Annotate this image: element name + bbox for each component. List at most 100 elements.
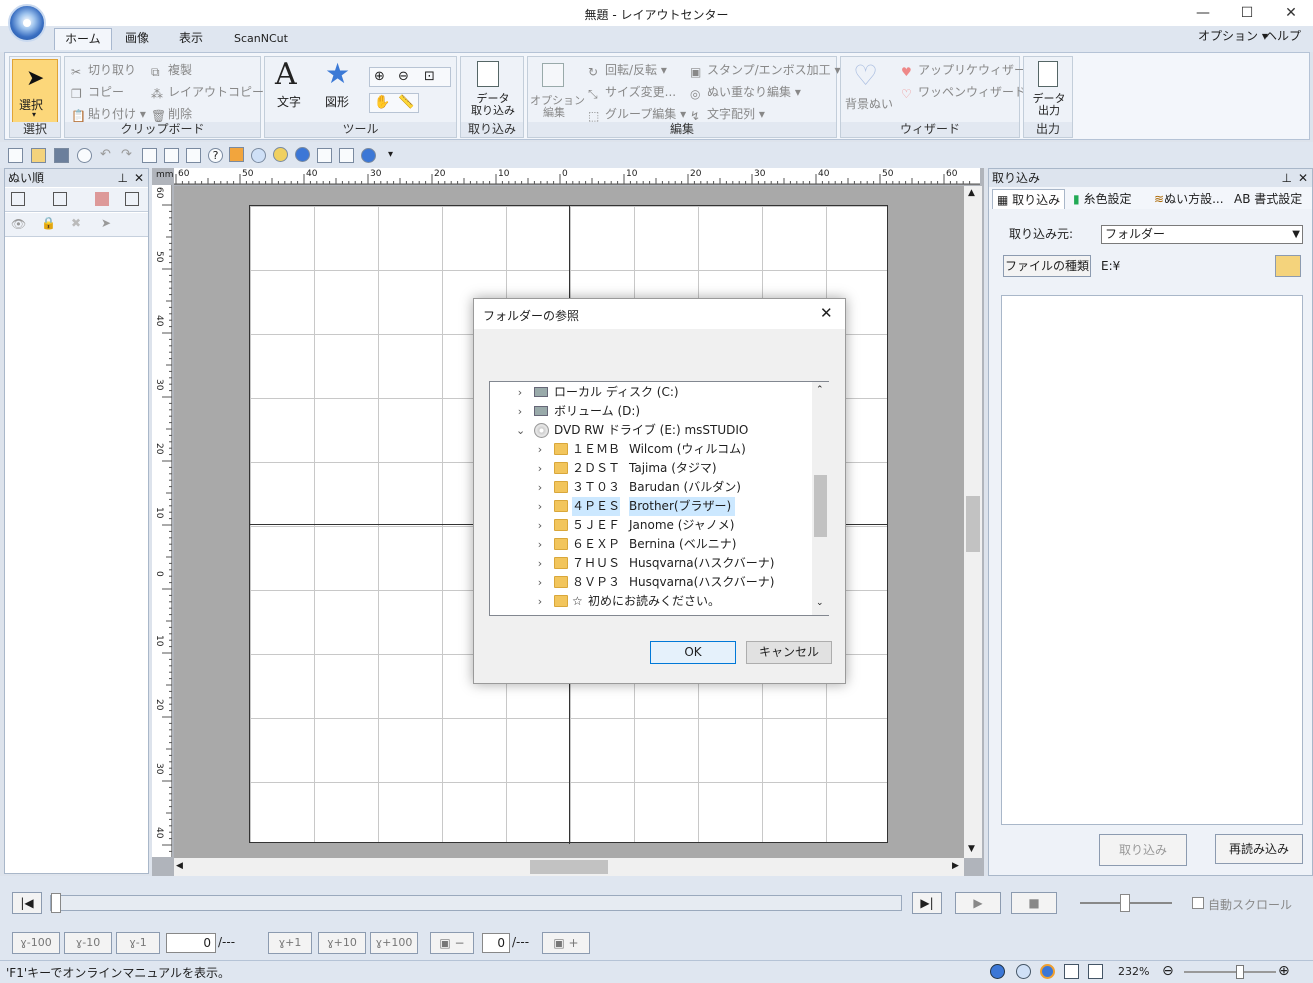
scroll-down-icon[interactable]: ▼ [968, 844, 975, 854]
vertical-scrollbar[interactable]: ▲ ▼ [964, 186, 982, 858]
import-button[interactable]: 取り込み [1099, 834, 1187, 866]
ok-button[interactable]: OK [650, 641, 736, 664]
folder-row[interactable]: › ２ＤＳＴ Tajima (タジマ) [490, 459, 810, 478]
file-type-button[interactable]: ファイルの種類 [1003, 255, 1091, 277]
option-edit-label[interactable]: オプション 編集 [530, 95, 585, 119]
pointer-icon[interactable]: ➤ [101, 216, 111, 230]
eye-icon[interactable]: 👁 [11, 217, 26, 231]
open-folder-icon[interactable] [31, 148, 46, 163]
group-edit-button[interactable]: ⬚ グループ編集 ▾ [588, 105, 686, 123]
layout-center-icon[interactable] [295, 147, 310, 162]
cancel-button[interactable]: キャンセル [746, 641, 832, 664]
tab-thread-color[interactable]: ▮ 糸色設定 [1073, 189, 1131, 209]
import-data-icon[interactable] [477, 61, 499, 87]
grid-icon[interactable] [1064, 964, 1079, 979]
tab-view[interactable]: 表示 [169, 28, 213, 50]
plus-1-button[interactable]: ɣ+1 [268, 932, 312, 954]
slider-thumb[interactable] [51, 893, 61, 913]
new-file-icon[interactable] [8, 148, 23, 163]
first-stitch-button[interactable]: |◀ [12, 892, 42, 914]
hoop-icon[interactable] [164, 148, 179, 163]
fit-icon[interactable] [11, 192, 25, 206]
view-design-icon[interactable] [990, 964, 1005, 979]
folder-row[interactable]: › ７ＨＵＳ Husqvarna(ハスクバーナ) [490, 554, 810, 573]
expand-chevron-right-icon[interactable]: › [536, 459, 544, 478]
properties-icon[interactable] [186, 148, 201, 163]
folder-row[interactable]: › ６ＥＸＰ Bernina (ベルニナ) [490, 535, 810, 554]
stitch-position-input[interactable]: 0 [166, 933, 216, 953]
pin-icon[interactable]: ⊥ [1282, 169, 1292, 187]
folder-row[interactable]: › ８ＶＰ３ Husqvarna(ハスクバーナ) [490, 573, 810, 592]
reload-button[interactable]: 再読み込み [1215, 834, 1303, 864]
tab-scanncut[interactable]: ScanNCut [224, 29, 298, 51]
plus-100-button[interactable]: ɣ+100 [370, 932, 418, 954]
card-icon[interactable] [142, 148, 157, 163]
copy-button[interactable]: ❐ コピー [71, 83, 124, 101]
expand-chevron-right-icon[interactable]: › [536, 440, 544, 459]
export-data-icon[interactable] [1038, 61, 1058, 87]
transfer-icon[interactable] [339, 148, 354, 163]
import-preview-list[interactable] [1001, 295, 1303, 825]
minus-100-button[interactable]: ɣ-100 [12, 932, 60, 954]
close-icon[interactable]: ✕ [134, 169, 144, 187]
maximize-button[interactable]: ☐ [1225, 0, 1269, 26]
paste-button[interactable]: 📋 貼り付け ▾ [71, 105, 146, 123]
export-data-label[interactable]: データ 出力 [1026, 93, 1072, 117]
patch-wizard-button[interactable]: ♡ ワッペンウィザード [901, 83, 1026, 101]
thread-chart-icon[interactable] [229, 147, 244, 162]
tab-text-format[interactable]: AB 書式設定 [1234, 189, 1302, 209]
folder-tree[interactable]: › ローカル ディスク (C:) › ボリューム (D:) ⌄ DVD RW ドライブ (… [489, 381, 829, 616]
scroll-left-icon[interactable]: ◀ [176, 861, 183, 871]
drive-row[interactable]: › ボリューム (D:) [490, 402, 810, 421]
expand-chevron-right-icon[interactable]: › [536, 592, 544, 611]
design-center-icon[interactable] [251, 148, 266, 163]
view-realistic-icon[interactable] [1016, 964, 1031, 979]
hand-icon[interactable]: ✋ [374, 95, 390, 110]
zoom-in-icon[interactable]: ⊕ [1278, 963, 1290, 979]
close-button[interactable]: ✕ [1269, 0, 1313, 26]
application-icon[interactable] [8, 4, 46, 42]
scroll-up-icon[interactable]: ▲ [968, 188, 975, 198]
stop-button[interactable]: ■ [1011, 892, 1057, 914]
last-stitch-button[interactable]: ▶| [912, 892, 942, 914]
zoom-in-icon[interactable]: ⊕ [374, 69, 385, 84]
scroll-right-icon[interactable]: ▶ [952, 861, 959, 871]
scroll-up-icon[interactable]: ⌃ [816, 385, 824, 395]
applique-wizard-button[interactable]: ♥ アップリケウィザード [901, 61, 1038, 79]
folder-row[interactable]: › １ＥＭＢ Wilcom (ウィルコム) [490, 440, 810, 459]
group-tree-icon[interactable] [53, 192, 67, 206]
tab-sew-type[interactable]: ≋ぬい方設... [1154, 189, 1224, 209]
next-color-button[interactable]: ▣ + [542, 932, 590, 954]
minus-10-button[interactable]: ɣ-10 [64, 932, 112, 954]
source-select[interactable]: フォルダー ▼ [1101, 225, 1303, 244]
tab-import[interactable]: ▦ 取り込み [992, 189, 1066, 209]
zoom-icon[interactable] [77, 148, 92, 163]
shape-icon[interactable]: ★ [325, 57, 350, 90]
measure-icon[interactable]: 📏 [398, 95, 414, 110]
hide-icon[interactable]: ✖ [71, 216, 81, 230]
expand-chevron-right-icon[interactable]: › [536, 516, 544, 535]
view-stitch-icon[interactable] [1040, 964, 1055, 979]
plus-10-button[interactable]: ɣ+10 [318, 932, 366, 954]
help-icon[interactable]: ? [208, 148, 223, 163]
scroll-down-icon[interactable]: ⌄ [816, 598, 824, 608]
expand-chevron-down-icon[interactable]: ⌄ [516, 421, 525, 440]
tab-image[interactable]: 画像 [115, 28, 159, 50]
cut-button[interactable]: ✂ 切り取り [71, 61, 136, 79]
color-sort-icon[interactable] [95, 192, 109, 206]
expand-chevron-right-icon[interactable]: › [516, 383, 524, 402]
frame-icon[interactable] [125, 192, 139, 206]
background-stitch-label[interactable]: 背景ぬい [845, 95, 893, 112]
close-icon[interactable]: ✕ [1298, 169, 1308, 187]
customize-toolbar-icon[interactable]: ▾ [388, 149, 393, 160]
folder-row[interactable]: › ５ＪＥＦ Janome (ジャノメ) [490, 516, 810, 535]
zoom-fit-icon[interactable]: ⊡ [424, 69, 435, 84]
zoom-slider-thumb[interactable] [1236, 965, 1244, 979]
rotate-button[interactable]: ↻ 回転/反転 ▾ [588, 61, 667, 79]
stitch-simulator-slider[interactable] [50, 893, 902, 913]
expand-chevron-right-icon[interactable]: › [536, 478, 544, 497]
minus-1-button[interactable]: ɣ-1 [116, 932, 160, 954]
scroll-thumb[interactable] [814, 475, 827, 537]
browse-folder-icon[interactable] [1275, 255, 1301, 277]
zoom-slider[interactable] [1184, 965, 1276, 979]
